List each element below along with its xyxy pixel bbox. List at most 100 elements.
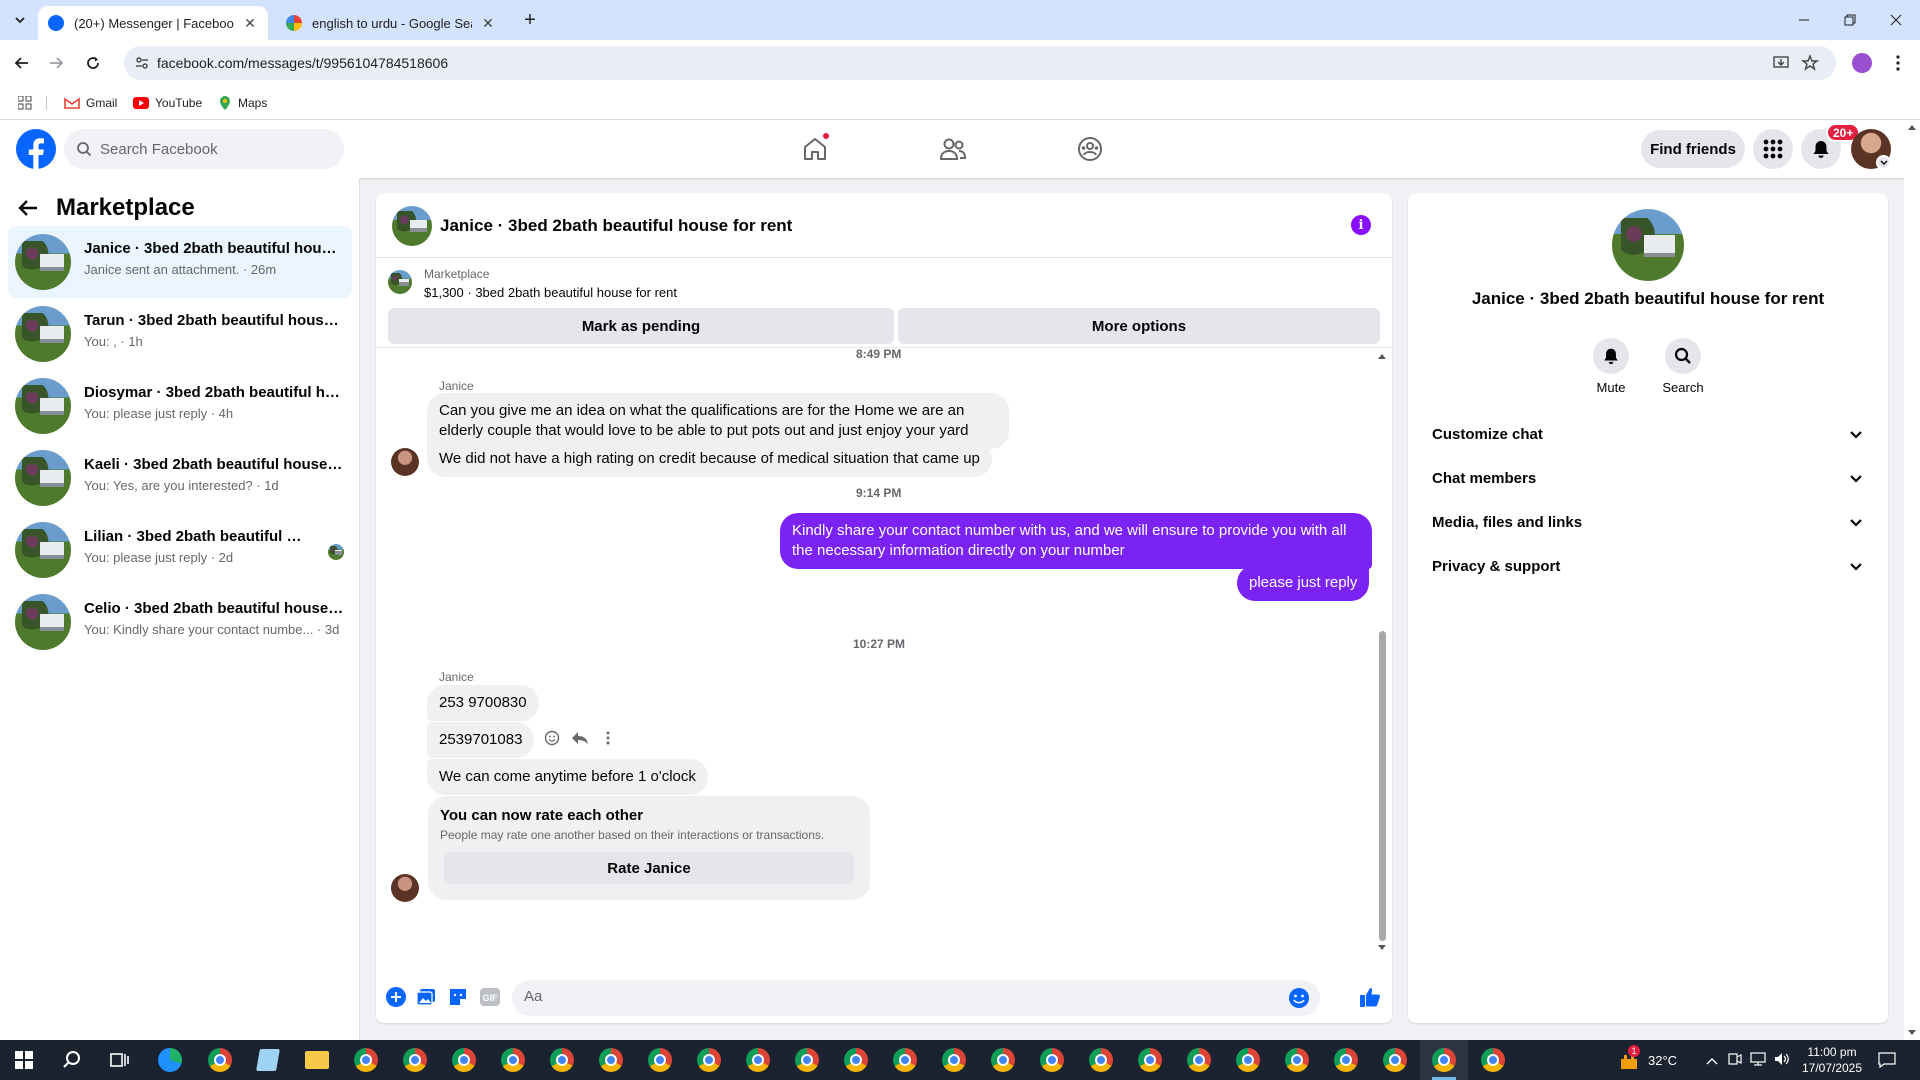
tab-search-button[interactable] bbox=[8, 8, 32, 32]
taskbar-chrome-app[interactable] bbox=[489, 1040, 537, 1080]
taskbar-chrome-app[interactable] bbox=[1224, 1040, 1272, 1080]
message-input-box[interactable] bbox=[512, 980, 1320, 1016]
taskbar-chrome-app[interactable] bbox=[440, 1040, 488, 1080]
sender-avatar[interactable] bbox=[391, 874, 419, 902]
thumbs-up-icon[interactable] bbox=[1358, 985, 1382, 1009]
taskbar-chrome-app[interactable] bbox=[685, 1040, 733, 1080]
browser-profile-avatar[interactable] bbox=[1848, 49, 1876, 77]
taskbar-chrome-app[interactable] bbox=[1028, 1040, 1076, 1080]
meet-now-icon[interactable] bbox=[1728, 1052, 1742, 1069]
clock[interactable]: 11:00 pm 17/07/2025 bbox=[1796, 1040, 1868, 1080]
incoming-message[interactable]: We can come anytime before 1 o'clock bbox=[427, 759, 708, 795]
taskbar-chrome-app[interactable] bbox=[1469, 1040, 1517, 1080]
chat-members-row[interactable]: Chat members bbox=[1416, 459, 1880, 499]
conversation-item[interactable]: Celio · 3bed 2bath beautiful house for r… bbox=[8, 586, 352, 658]
taskbar-search-button[interactable] bbox=[48, 1040, 96, 1080]
edge-app[interactable] bbox=[146, 1040, 194, 1080]
nav-home[interactable] bbox=[760, 120, 870, 178]
rate-janice-button[interactable]: Rate Janice bbox=[444, 852, 854, 884]
menu-button[interactable] bbox=[1753, 129, 1793, 169]
page-scrollbar[interactable] bbox=[1904, 120, 1920, 1040]
taskbar-chrome-app[interactable] bbox=[1371, 1040, 1419, 1080]
mark-as-pending-button[interactable]: Mark as pending bbox=[388, 308, 894, 344]
facebook-search-input[interactable] bbox=[100, 140, 320, 158]
bookmark-youtube[interactable]: YouTube bbox=[133, 94, 202, 112]
close-window-button[interactable] bbox=[1873, 0, 1919, 40]
message-input[interactable] bbox=[524, 988, 1284, 1005]
mute-action[interactable]: Mute bbox=[1576, 338, 1646, 398]
browser-menu-button[interactable] bbox=[1884, 49, 1912, 77]
weather-widget[interactable]: 1 32°C bbox=[1618, 1040, 1677, 1080]
notification-center-button[interactable] bbox=[1878, 1040, 1896, 1080]
incoming-message[interactable]: 2539701083 bbox=[427, 722, 535, 758]
conversation-item[interactable]: Diosymar · 3bed 2bath beautiful house fo… bbox=[8, 370, 352, 442]
taskbar-chrome-app[interactable] bbox=[1126, 1040, 1174, 1080]
facebook-search-box[interactable] bbox=[64, 129, 344, 169]
incoming-message[interactable]: We did not have a high rating on credit … bbox=[427, 441, 992, 477]
bookmark-maps[interactable]: Maps bbox=[218, 94, 267, 112]
listing-price-title[interactable]: $1,300 · 3bed 2bath beautiful house for … bbox=[424, 285, 677, 300]
outgoing-message[interactable]: please just reply bbox=[1237, 565, 1370, 601]
nav-friends[interactable] bbox=[898, 120, 1008, 178]
scroll-down-icon[interactable] bbox=[1376, 944, 1388, 952]
taskbar-chrome-app[interactable] bbox=[881, 1040, 929, 1080]
nav-groups[interactable] bbox=[1035, 120, 1145, 178]
taskbar-chrome-app[interactable] bbox=[636, 1040, 684, 1080]
gif-icon[interactable]: GIF bbox=[478, 985, 502, 1009]
scroll-up-icon[interactable] bbox=[1376, 352, 1388, 360]
chat-scroll-thumb[interactable] bbox=[1379, 631, 1386, 941]
chat-title[interactable]: Janice · 3bed 2bath beautiful house for … bbox=[440, 216, 792, 236]
taskbar-chrome-app-active[interactable] bbox=[1420, 1040, 1468, 1080]
start-button[interactable] bbox=[0, 1040, 48, 1080]
site-info-icon[interactable] bbox=[134, 55, 150, 76]
info-icon[interactable]: i bbox=[1351, 215, 1371, 235]
url-text[interactable]: facebook.com/messages/t/9956104784518606 bbox=[157, 55, 448, 71]
taskbar-chrome-app[interactable] bbox=[734, 1040, 782, 1080]
reply-icon[interactable] bbox=[568, 726, 592, 750]
network-icon[interactable] bbox=[1750, 1051, 1766, 1069]
sender-avatar[interactable] bbox=[391, 448, 419, 476]
taskbar-chrome-app[interactable] bbox=[538, 1040, 586, 1080]
react-emoji-icon[interactable] bbox=[540, 726, 564, 750]
forward-button[interactable] bbox=[42, 49, 70, 77]
taskbar-chrome-app[interactable] bbox=[391, 1040, 439, 1080]
more-vertical-icon[interactable] bbox=[596, 726, 620, 750]
facebook-logo-icon[interactable] bbox=[16, 129, 56, 169]
taskbar-chrome-app[interactable] bbox=[1077, 1040, 1125, 1080]
close-tab-icon[interactable]: ✕ bbox=[242, 15, 258, 31]
account-caret[interactable] bbox=[1876, 155, 1891, 170]
conversation-item[interactable]: Tarun · 3bed 2bath beautiful house for r… bbox=[8, 298, 352, 370]
taskbar-chrome-app[interactable] bbox=[1322, 1040, 1370, 1080]
more-options-button[interactable]: More options bbox=[898, 308, 1380, 344]
file-explorer-app[interactable] bbox=[293, 1040, 341, 1080]
media-files-links-row[interactable]: Media, files and links bbox=[1416, 503, 1880, 543]
chat-scrollbar[interactable] bbox=[1376, 354, 1388, 956]
address-bar[interactable]: facebook.com/messages/t/9956104784518606 bbox=[124, 46, 1836, 80]
conversation-item[interactable]: Janice · 3bed 2bath beautiful house for … bbox=[8, 226, 352, 298]
customize-chat-row[interactable]: Customize chat bbox=[1416, 415, 1880, 455]
taskbar-chrome-app[interactable] bbox=[587, 1040, 635, 1080]
volume-icon[interactable] bbox=[1774, 1052, 1790, 1069]
minimize-button[interactable] bbox=[1781, 0, 1827, 40]
reload-button[interactable] bbox=[79, 49, 107, 77]
close-tab-icon[interactable]: ✕ bbox=[480, 15, 496, 31]
taskbar-chrome-app[interactable] bbox=[1175, 1040, 1223, 1080]
bookmark-star-icon[interactable] bbox=[1800, 54, 1821, 74]
find-friends-button[interactable]: Find friends bbox=[1641, 130, 1745, 168]
scroll-down-icon[interactable] bbox=[1904, 1028, 1920, 1038]
taskbar-chrome-app[interactable] bbox=[1273, 1040, 1321, 1080]
taskbar-chrome-app[interactable] bbox=[196, 1040, 244, 1080]
sticker-icon[interactable] bbox=[446, 985, 470, 1009]
search-action[interactable]: Search bbox=[1648, 338, 1718, 398]
tab-google-search[interactable]: english to urdu - Google Search ✕ bbox=[276, 6, 506, 40]
taskbar-chrome-app[interactable] bbox=[930, 1040, 978, 1080]
tab-messenger[interactable]: (20+) Messenger | Facebook ✕ bbox=[38, 6, 268, 40]
bookmark-gmail[interactable]: Gmail bbox=[64, 94, 117, 112]
install-app-icon[interactable] bbox=[1772, 54, 1792, 74]
taskbar-chrome-app[interactable] bbox=[979, 1040, 1027, 1080]
details-thumbnail[interactable] bbox=[1612, 209, 1684, 281]
chevron-up-icon[interactable] bbox=[1706, 1053, 1718, 1068]
notepad-app[interactable] bbox=[244, 1040, 292, 1080]
back-arrow-icon[interactable] bbox=[18, 199, 38, 217]
outgoing-message[interactable]: Kindly share your contact number with us… bbox=[780, 513, 1372, 569]
